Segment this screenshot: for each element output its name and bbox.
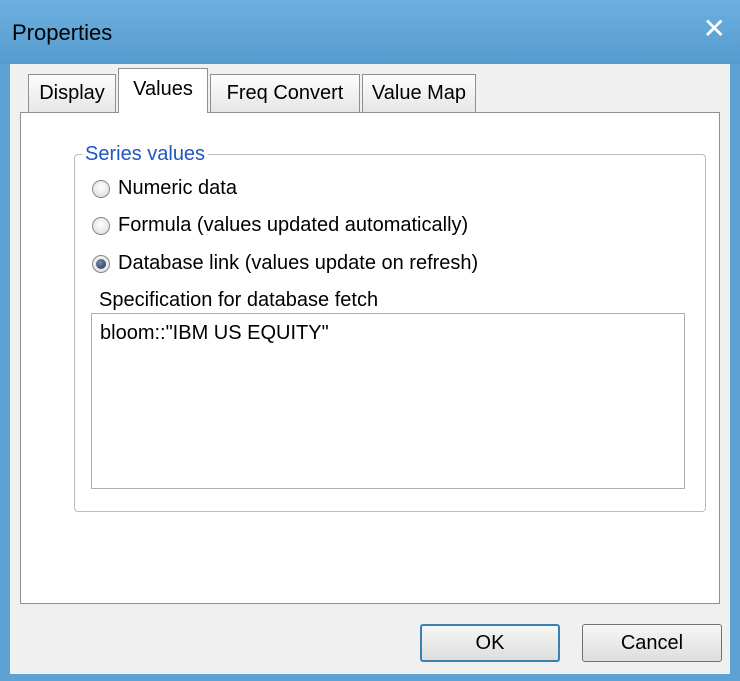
tab-strip: Display Values Freq Convert Value Map xyxy=(10,64,730,116)
spec-field-label: Specification for database fetch xyxy=(99,289,379,311)
radio-button[interactable] xyxy=(92,180,110,198)
tab-display[interactable]: Display xyxy=(28,74,116,112)
radio-label: Database link (values update on refresh) xyxy=(118,252,479,274)
properties-window: Properties ✕ Display Values Freq Convert… xyxy=(0,0,740,681)
tab-value-map[interactable]: Value Map xyxy=(362,74,476,112)
close-icon[interactable]: ✕ xyxy=(703,15,726,43)
tab-values[interactable]: Values xyxy=(118,68,208,113)
values-tab-panel: Series values Numeric data Formula (valu… xyxy=(20,112,720,604)
radio-button-selected[interactable] xyxy=(92,255,110,273)
title-bar[interactable]: Properties ✕ xyxy=(0,0,740,64)
dialog-client-area: Display Values Freq Convert Value Map Se… xyxy=(10,64,730,674)
radio-label: Numeric data xyxy=(118,177,237,199)
series-values-group-label: Series values xyxy=(82,143,209,165)
radio-button[interactable] xyxy=(92,217,110,235)
radio-label: Formula (values updated automatically) xyxy=(118,214,469,236)
cancel-button[interactable]: Cancel xyxy=(582,624,722,662)
ok-button[interactable]: OK xyxy=(420,624,560,662)
tab-freq-convert[interactable]: Freq Convert xyxy=(210,74,360,112)
window-title: Properties xyxy=(12,20,113,45)
spec-textarea[interactable]: bloom::"IBM US EQUITY" xyxy=(91,313,685,489)
